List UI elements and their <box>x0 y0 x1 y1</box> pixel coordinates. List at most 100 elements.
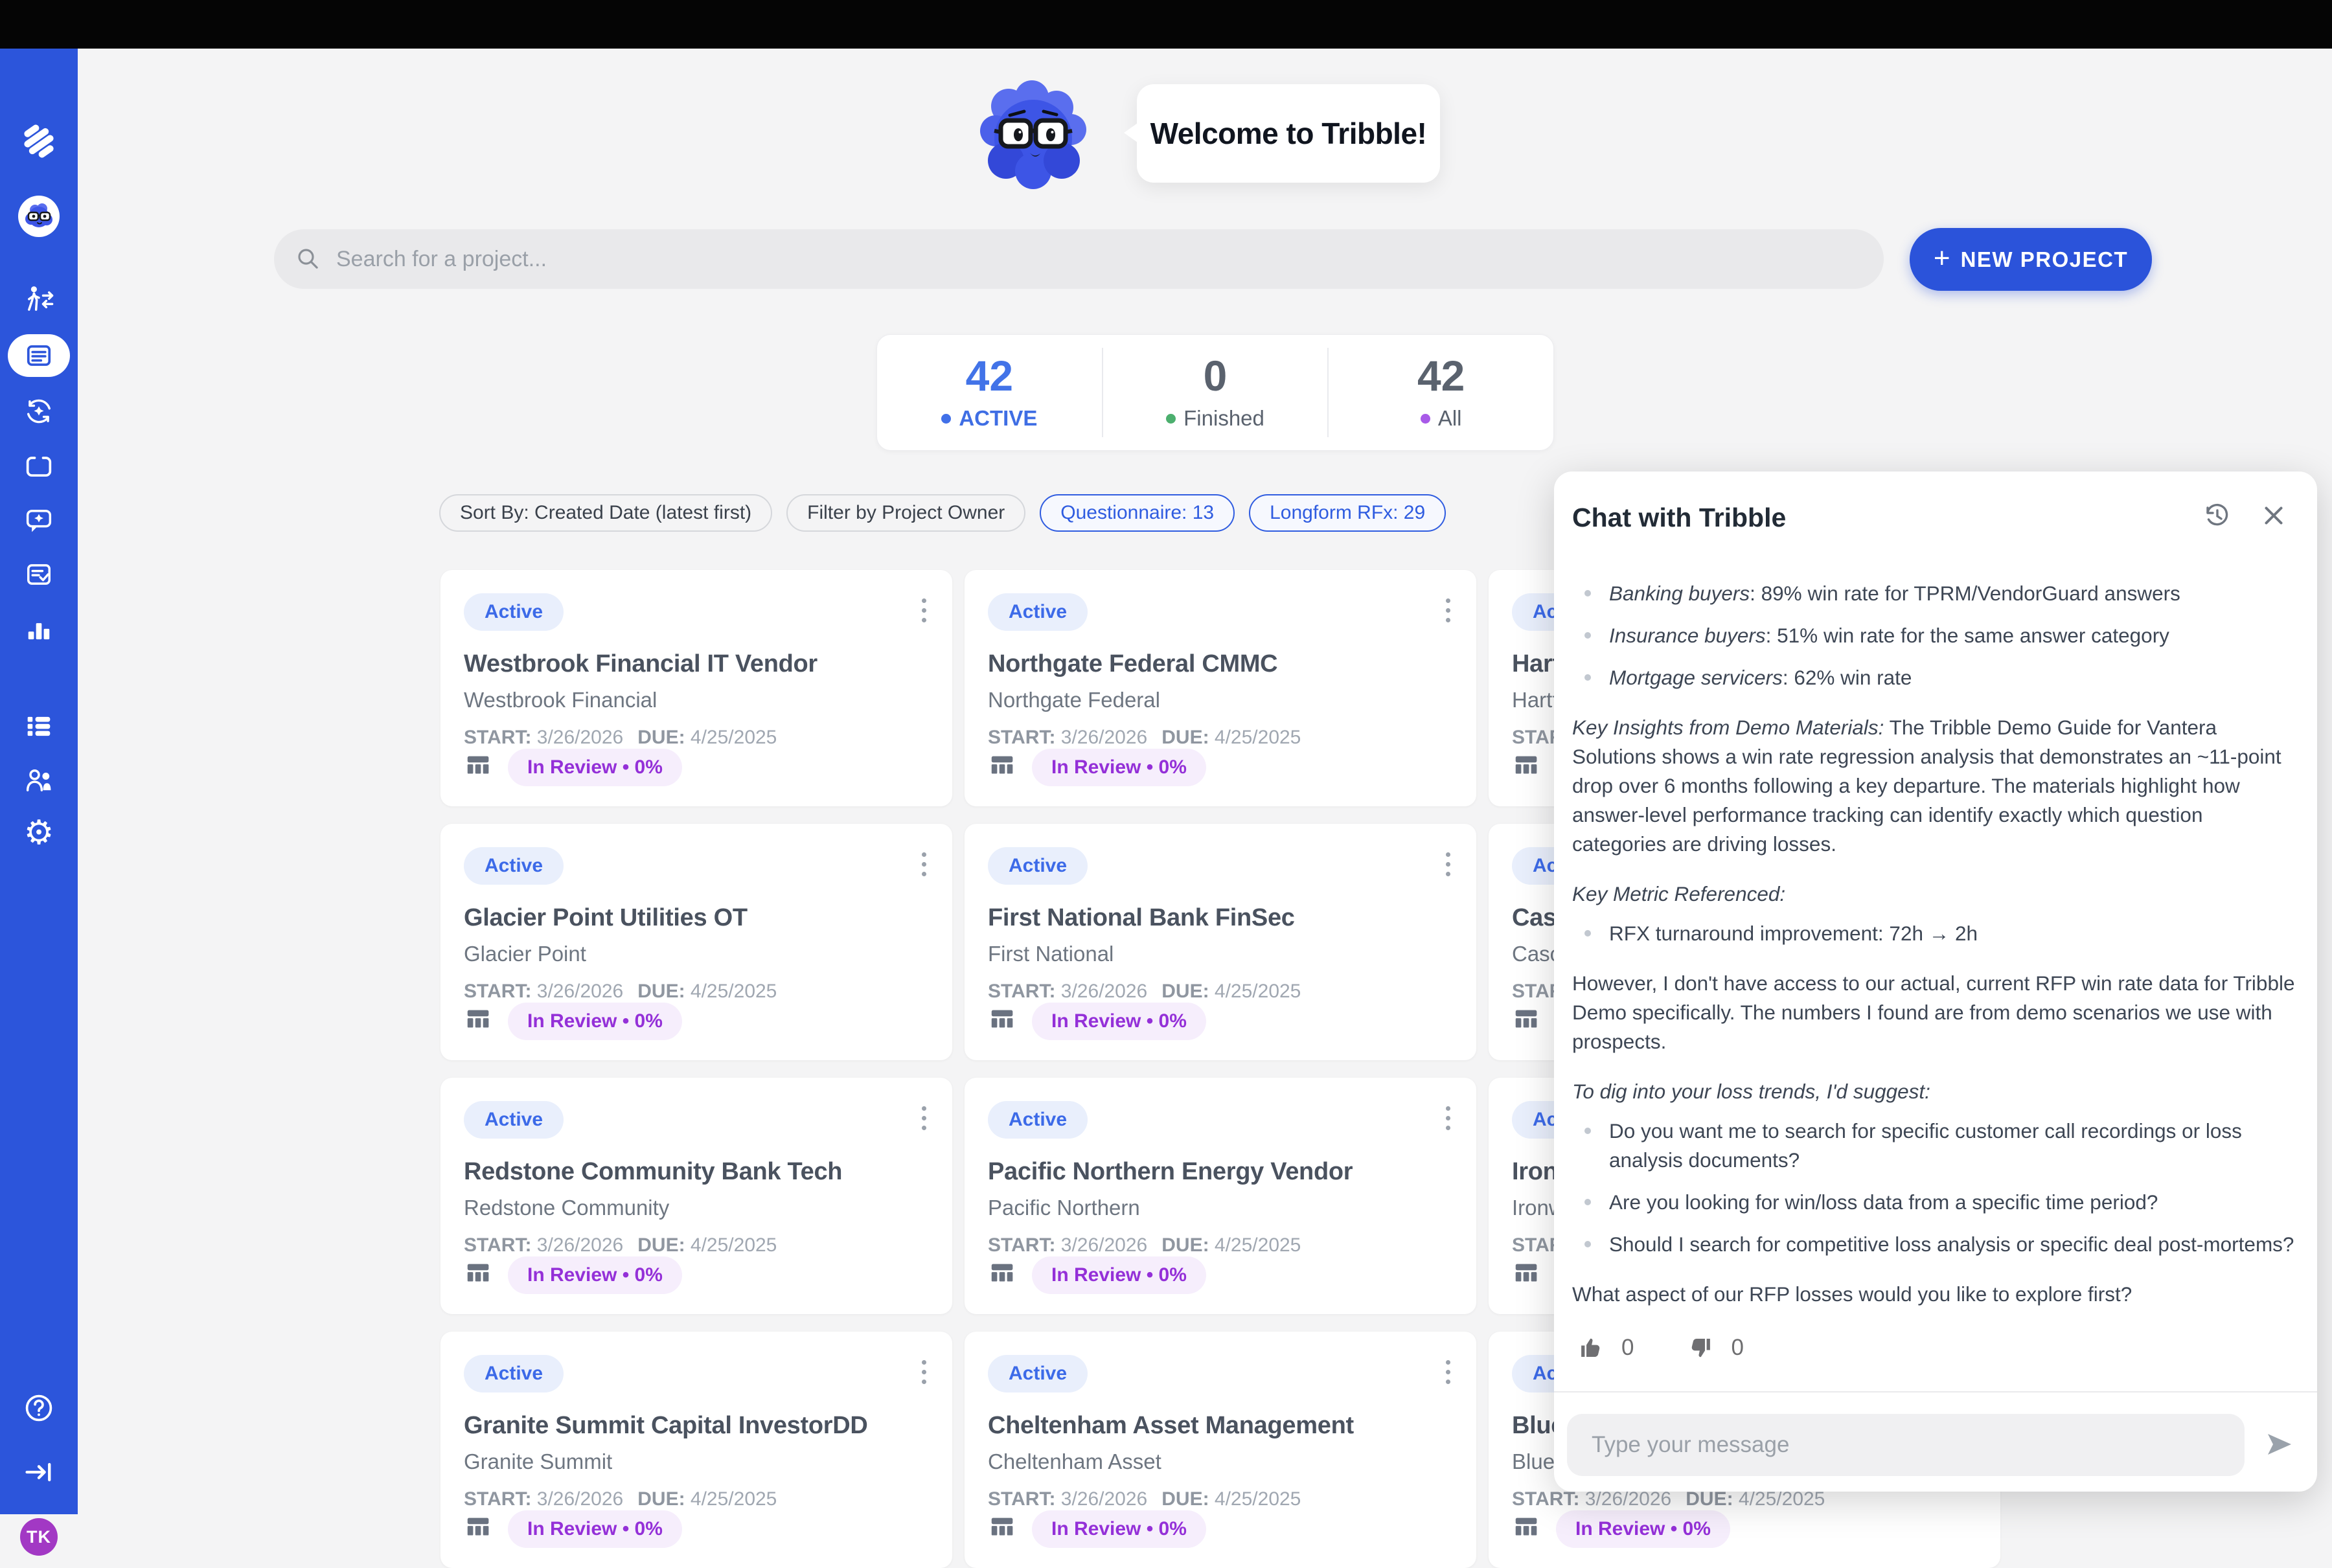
send-icon[interactable] <box>2264 1429 2295 1463</box>
thumbs-up-icon[interactable] <box>1577 1334 1605 1361</box>
project-stats-card: 42ACTIVE0Finished42All <box>876 334 1554 451</box>
filter-chip-0[interactable]: Sort By: Created Date (latest first) <box>439 494 772 532</box>
project-status-row: In Review • 0% <box>988 1003 1206 1040</box>
chat-bullet-item: Are you looking for win/loss data from a… <box>1572 1188 2299 1217</box>
project-card[interactable]: ActiveRedstone Community Bank TechRedsto… <box>440 1078 952 1314</box>
stat-active[interactable]: 42ACTIVE <box>877 348 1102 437</box>
project-card[interactable]: ActiveNorthgate Federal CMMCNorthgate Fe… <box>965 570 1476 806</box>
sidebar-item-tasks[interactable] <box>0 558 78 595</box>
sidebar-item-rows[interactable] <box>0 709 78 746</box>
project-status-row: In Review • 0% <box>1512 1510 1730 1548</box>
project-card[interactable]: ActiveGranite Summit Capital InvestorDDG… <box>440 1332 952 1568</box>
welcome-bubble: Welcome to Tribble! <box>1137 84 1440 183</box>
filter-chip-1[interactable]: Filter by Project Owner <box>786 494 1025 532</box>
history-icon[interactable] <box>2202 500 2233 531</box>
kebab-menu-icon[interactable] <box>915 846 933 883</box>
new-project-button[interactable]: + NEW PROJECT <box>1910 228 2152 291</box>
kebab-menu-icon[interactable] <box>915 1100 933 1137</box>
people-icon <box>22 764 56 801</box>
kebab-menu-icon[interactable] <box>915 1354 933 1391</box>
project-card[interactable]: ActiveGlacier Point Utilities OTGlacier … <box>440 824 952 1060</box>
chat-bullet-item: Should I search for competitive loss ana… <box>1572 1230 2299 1259</box>
project-title: Hart <box>1512 650 1560 678</box>
filter-chip-2[interactable]: Questionnaire: 13 <box>1040 494 1235 532</box>
chat-sparkle-icon <box>22 504 56 541</box>
chat-bullet-list: Do you want me to search for specific cu… <box>1572 1117 2299 1259</box>
project-dates: START: 3/26/2026DUE: 4/25/2025 <box>1512 1488 1825 1510</box>
table-icon <box>988 1513 1018 1546</box>
kebab-menu-icon[interactable] <box>1439 846 1457 883</box>
sidebar-item-mascot[interactable] <box>0 196 78 237</box>
start-date: 3/26/2026 <box>1061 1488 1147 1510</box>
chat-bullet-item: Mortgage servicers: 62% win rate <box>1572 663 2299 692</box>
sidebar-item-agents[interactable] <box>0 284 78 321</box>
project-status-row: In Review • 0% <box>464 1510 682 1548</box>
project-dates: START: 3/26/2026DUE: 4/25/2025 <box>464 1234 777 1256</box>
due-date: 4/25/2025 <box>1215 1234 1301 1256</box>
table-icon <box>464 751 494 784</box>
sidebar-item-logo[interactable] <box>0 121 78 165</box>
chat-bullet-list: RFX turnaround improvement: 72h → 2h <box>1572 919 2299 948</box>
kebab-menu-icon[interactable] <box>1439 1100 1457 1137</box>
sidebar-item-analytics[interactable] <box>0 613 78 650</box>
chat-title: Chat with Tribble <box>1572 503 1786 533</box>
sidebar-item-tray[interactable] <box>0 449 78 486</box>
sidebar-item-settings[interactable]: ⚙ <box>0 816 78 850</box>
review-progress-badge: In Review • 0% <box>1032 1003 1206 1040</box>
filter-chip-3[interactable]: Longform RFx: 29 <box>1249 494 1446 532</box>
stat-finished[interactable]: 0Finished <box>1102 348 1328 437</box>
project-dates: START: 3/26/2026DUE: 4/25/2025 <box>464 981 777 1003</box>
kebab-menu-icon[interactable] <box>1439 592 1457 629</box>
start-label: START: <box>464 1488 537 1510</box>
project-title: Northgate Federal CMMC <box>988 650 1277 678</box>
sidebar-item-logout[interactable] <box>0 1455 78 1492</box>
chat-paragraph: To dig into your loss trends, I'd sugges… <box>1572 1077 2299 1106</box>
table-icon <box>1512 751 1542 784</box>
project-status-badge: Active <box>464 847 564 885</box>
project-card[interactable]: ActivePacific Northern Energy VendorPaci… <box>965 1078 1476 1314</box>
sidebar-item-people[interactable] <box>0 764 78 801</box>
welcome-text: Welcome to Tribble! <box>1150 116 1427 151</box>
chat-message-input[interactable] <box>1567 1414 2245 1476</box>
sidebar-item-projects[interactable] <box>0 334 78 377</box>
chat-actions <box>2202 500 2289 531</box>
stat-value: 42 <box>966 354 1013 397</box>
sidebar-item-user[interactable]: TK <box>0 1518 78 1556</box>
stat-all[interactable]: 42All <box>1327 348 1553 437</box>
project-status-badge: Active <box>988 847 1088 885</box>
project-title: Westbrook Financial IT Vendor <box>464 650 817 678</box>
table-icon <box>988 1259 1018 1292</box>
sidebar-item-chat[interactable] <box>0 504 78 541</box>
bar-chart-icon <box>22 613 56 650</box>
project-card[interactable]: ActiveWestbrook Financial IT VendorWestb… <box>440 570 952 806</box>
plus-icon: + <box>1934 244 1950 273</box>
project-title: Pacific Northern Energy Vendor <box>988 1158 1353 1186</box>
rows-icon <box>22 709 56 746</box>
project-card[interactable]: ActiveFirst National Bank FinSecFirst Na… <box>965 824 1476 1060</box>
start-label: START: <box>988 1488 1061 1510</box>
chat-message-body: Banking buyers: 89% win rate for TPRM/Ve… <box>1572 569 2299 1330</box>
tribble-mascot-avatar-icon <box>18 196 60 237</box>
kebab-menu-icon[interactable] <box>1439 1354 1457 1391</box>
search-input[interactable] <box>322 247 1884 272</box>
thumbs-down-count: 0 <box>1731 1335 1743 1361</box>
projects-icon <box>8 334 70 377</box>
chat-panel: Chat with Tribble Banking buyers: 89% wi… <box>1554 472 2317 1492</box>
project-title: First National Bank FinSec <box>988 904 1295 932</box>
project-status-row: In Review • 0% <box>988 1256 1206 1294</box>
thumbs-down-icon[interactable] <box>1687 1334 1714 1361</box>
sidebar-item-sync[interactable] <box>0 394 78 431</box>
project-status-badge: Active <box>988 593 1088 631</box>
sidebar-item-help[interactable] <box>0 1391 78 1428</box>
table-icon <box>1512 1259 1542 1292</box>
project-title: Cheltenham Asset Management <box>988 1412 1354 1440</box>
due-label: DUE: <box>637 1488 691 1510</box>
close-icon[interactable] <box>2259 501 2289 530</box>
stat-dot <box>1421 414 1430 424</box>
project-card[interactable]: ActiveCheltenham Asset ManagementChelten… <box>965 1332 1476 1568</box>
tribble-logo-icon <box>19 121 59 165</box>
sidebar: ⚙ TK <box>0 49 78 1514</box>
start-label: START: <box>988 981 1061 1002</box>
project-status-row: In Review • 0% <box>988 749 1206 786</box>
kebab-menu-icon[interactable] <box>915 592 933 629</box>
